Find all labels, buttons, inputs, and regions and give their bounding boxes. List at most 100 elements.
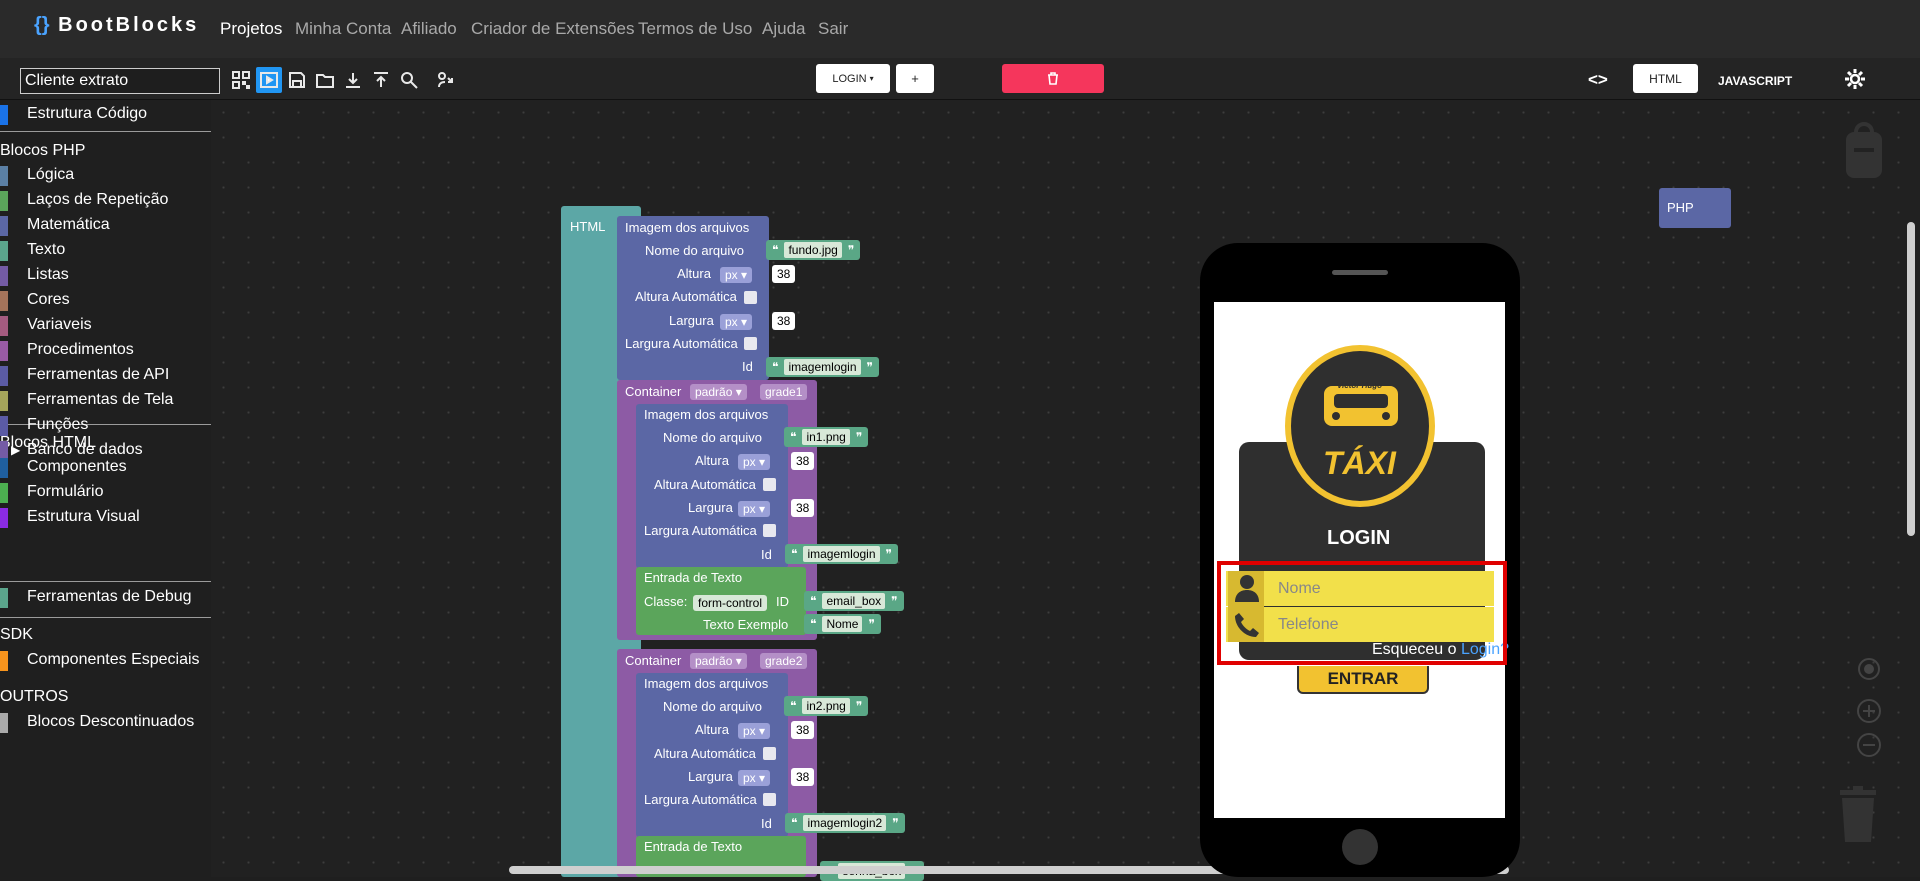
braces-icon: {} (34, 14, 50, 36)
sidebar-item-label: Lógica (27, 166, 75, 183)
project-name-input[interactable] (20, 68, 220, 94)
code-icon[interactable]: <> (1588, 70, 1608, 90)
backpack-icon[interactable] (1844, 118, 1884, 185)
tab-html[interactable]: HTML (1633, 64, 1698, 93)
upload-icon[interactable] (368, 67, 394, 93)
nav-projetos[interactable]: Projetos (220, 19, 282, 39)
nav-criador-extensoes[interactable]: Criador de Extensões (471, 19, 634, 39)
string-input[interactable]: ❝ email_box ❞ (804, 591, 904, 611)
submit-button[interactable]: ENTRAR (1297, 666, 1429, 694)
divider (0, 131, 211, 132)
search-icon[interactable] (396, 67, 422, 93)
unit-dropdown[interactable]: px ▾ (720, 314, 753, 330)
save-icon[interactable] (284, 67, 310, 93)
container-type-dropdown[interactable]: padrão ▾ (690, 384, 747, 400)
string-value[interactable]: in2.png (802, 698, 850, 714)
sidebar-item-label: Listas (27, 266, 69, 283)
block-title: Imagem dos arquivos (644, 407, 769, 422)
unit-dropdown[interactable]: px ▾ (738, 770, 771, 786)
brand-name: BootBlocks (58, 14, 200, 36)
number-input[interactable]: 38 (791, 721, 815, 739)
sidebar-item-label: Matemática (27, 216, 110, 233)
share-icon[interactable] (433, 67, 459, 93)
checkbox[interactable] (763, 478, 776, 491)
page-select-dropdown[interactable]: LOGIN ▾ (816, 64, 890, 93)
nav-minha-conta[interactable]: Minha Conta (295, 19, 391, 39)
category-swatch (0, 341, 8, 361)
sidebar-item-label: Cores (27, 291, 70, 308)
section-title-sdk: SDK (0, 626, 33, 643)
block-field-label: Altura Automática (654, 477, 756, 492)
class-input[interactable]: form-control (693, 595, 768, 611)
unit-dropdown[interactable]: px ▾ (738, 501, 771, 517)
string-value[interactable]: imagemlogin2 (803, 815, 887, 831)
string-input[interactable]: ❝ imagemlogin ❞ (785, 544, 898, 564)
unit-dropdown[interactable]: px ▾ (738, 723, 771, 739)
unit-dropdown[interactable]: px ▾ (738, 454, 771, 470)
zoom-in-icon[interactable] (1856, 698, 1882, 729)
download-icon[interactable] (340, 67, 366, 93)
unit-dropdown-value: px (725, 315, 738, 329)
checkbox[interactable] (763, 747, 776, 760)
unit-dropdown-value: px (725, 268, 738, 282)
nav-ajuda[interactable]: Ajuda (762, 19, 805, 39)
sidebar-item-label: Estrutura Código (27, 105, 148, 122)
category-swatch (0, 166, 8, 186)
center-target-icon[interactable] (1856, 656, 1882, 687)
blocks-sidebar: Estrutura Código Blocos PHP Blocos HTML … (0, 100, 211, 877)
expand-arrow-icon[interactable]: ▶ (11, 443, 20, 457)
folder-icon[interactable] (312, 67, 338, 93)
string-value[interactable]: email_box (822, 593, 886, 609)
number-input[interactable]: 38 (772, 265, 796, 283)
tab-javascript[interactable]: JAVASCRIPT (1718, 74, 1792, 88)
nav-afiliado[interactable]: Afiliado (401, 19, 457, 39)
checkbox[interactable] (744, 337, 757, 350)
string-input[interactable]: ❝ fundo.jpg ❞ (766, 240, 861, 260)
unit-dropdown-value: px (743, 724, 756, 738)
checkbox[interactable] (763, 793, 776, 806)
unit-dropdown[interactable]: px ▾ (720, 267, 753, 283)
string-value[interactable]: fundo.jpg (784, 242, 842, 258)
settings-gear-icon[interactable] (1843, 67, 1867, 96)
category-swatch (0, 508, 8, 528)
nav-termos-de-uso[interactable]: Termos de Uso (638, 19, 752, 39)
string-input[interactable]: ❝ in1.png ❞ (784, 427, 869, 447)
number-input[interactable]: 38 (772, 312, 796, 330)
number-input[interactable]: 38 (791, 452, 815, 470)
block-field-label: Classe: (644, 594, 688, 609)
nav-sair[interactable]: Sair (818, 19, 848, 39)
string-input[interactable]: ❝ in2.png ❞ (784, 696, 869, 716)
string-input[interactable]: ❝ imagemlogin2 ❞ (785, 813, 905, 833)
trash-can-icon[interactable] (1838, 786, 1878, 847)
logo-text: TÁXI (1323, 445, 1396, 481)
checkbox[interactable] (763, 524, 776, 537)
app-logo[interactable]: {} BootBlocks (34, 14, 199, 37)
string-input[interactable]: ❝ imagemlogin ❞ (766, 357, 879, 377)
string-value[interactable]: Nome (822, 616, 863, 632)
login-title: LOGIN (1327, 527, 1391, 549)
qr-code-icon[interactable] (228, 67, 254, 93)
add-page-button[interactable]: + (896, 64, 934, 93)
workspace-vertical-scrollbar[interactable] (1907, 222, 1915, 536)
delete-page-button[interactable] (1002, 64, 1104, 93)
number-input[interactable]: 38 (791, 768, 815, 786)
zoom-out-icon[interactable] (1856, 732, 1882, 763)
checkbox[interactable] (744, 291, 757, 304)
play-icon[interactable] (256, 67, 282, 93)
string-value[interactable]: in1.png (802, 429, 850, 445)
sidebar-item-label: Procedimentos (27, 341, 134, 358)
category-swatch (0, 588, 8, 608)
container-type-value: padrão (695, 654, 733, 668)
number-input[interactable]: 38 (791, 499, 815, 517)
car-icon (1318, 386, 1404, 432)
string-value[interactable]: imagemlogin (784, 359, 861, 375)
container-name-input[interactable]: grade1 (760, 384, 808, 400)
container-name-input[interactable]: grade2 (760, 653, 808, 669)
block-field-label: Largura Automática (644, 523, 757, 538)
sidebar-item-label: Variaveis (27, 316, 92, 333)
category-swatch (0, 105, 8, 125)
container-type-dropdown[interactable]: padrão ▾ (690, 653, 747, 669)
block-field-label: Largura Automática (625, 336, 738, 351)
string-input[interactable]: ❝ Nome ❞ (804, 614, 881, 634)
string-value[interactable]: imagemlogin (803, 546, 880, 562)
